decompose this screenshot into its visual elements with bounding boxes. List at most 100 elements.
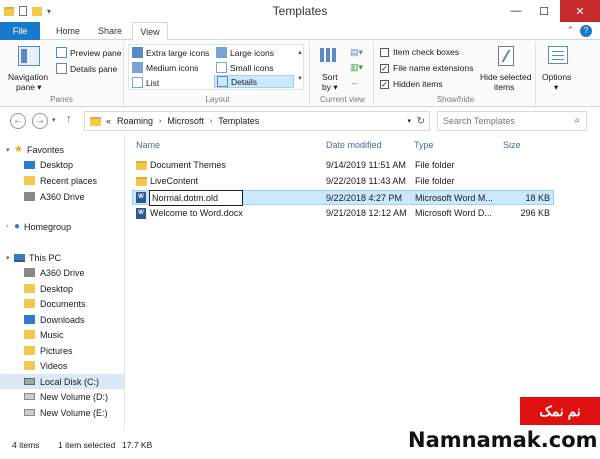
hide-selected-button[interactable]: Hide selected bbox=[480, 72, 532, 82]
breadcrumb-microsoft[interactable]: Microsoft bbox=[167, 116, 204, 126]
ribbon-tabs: File Home Share View ⌃ ? bbox=[0, 22, 600, 41]
watermark-site: Namnamak.com bbox=[408, 428, 598, 452]
column-date-modified[interactable]: Date modified bbox=[326, 140, 382, 150]
details-pane-button[interactable]: Details pane bbox=[56, 63, 117, 74]
refresh-icon[interactable]: ↻ bbox=[417, 116, 425, 127]
address-bar[interactable]: « Roaming › Microsoft › Templates ▾ ↻ bbox=[84, 111, 430, 131]
expand-caret-icon[interactable]: ▾ bbox=[6, 146, 14, 154]
column-name[interactable]: Name bbox=[136, 140, 160, 150]
back-button[interactable]: ← bbox=[10, 113, 26, 129]
nav-documents[interactable]: Documents bbox=[24, 296, 86, 311]
preview-pane-icon bbox=[56, 47, 67, 58]
table-row[interactable]: Document Themes 9/14/2019 11:51 AM File … bbox=[132, 158, 554, 173]
sort-by-button[interactable]: Sort bbox=[322, 72, 338, 82]
tab-file[interactable]: File bbox=[0, 22, 40, 40]
recent-locations-icon[interactable]: ▾ bbox=[52, 116, 56, 124]
drive-icon bbox=[24, 378, 35, 385]
nav-downloads[interactable]: Downloads bbox=[24, 312, 85, 327]
close-button[interactable]: ✕ bbox=[560, 0, 600, 22]
breadcrumb-roaming[interactable]: Roaming bbox=[117, 116, 153, 126]
list-icon bbox=[132, 77, 143, 88]
file-name-extensions-toggle[interactable]: ✓ File name extensions bbox=[380, 63, 473, 73]
expand-caret-icon[interactable]: ▾ bbox=[6, 254, 14, 262]
hidden-items-toggle[interactable]: ✓ Hidden items bbox=[380, 79, 443, 89]
extra-large-icons-option[interactable]: Extra large icons bbox=[132, 47, 209, 58]
layout-more-icon[interactable]: ▼ bbox=[297, 76, 303, 82]
file-type: File folder bbox=[415, 176, 455, 186]
word-document-icon: W bbox=[136, 208, 146, 219]
show-hide-group-label: Show/hide bbox=[436, 95, 475, 104]
computer-icon bbox=[14, 253, 25, 262]
column-type[interactable]: Type bbox=[414, 140, 434, 150]
nav-pc-desktop-label: Desktop bbox=[40, 283, 74, 294]
add-columns-icon[interactable]: ▥▾ bbox=[350, 62, 363, 73]
nav-pc-a360-drive[interactable]: A360 Drive bbox=[24, 265, 85, 280]
collapse-ribbon-icon[interactable]: ⌃ bbox=[566, 25, 574, 36]
nav-local-disk[interactable]: Local Disk (C:) bbox=[0, 374, 124, 389]
title-bar: ▾ Templates — ☐ ✕ bbox=[0, 0, 600, 22]
breadcrumb-templates[interactable]: Templates bbox=[218, 116, 259, 126]
current-view-group: Sort by ▾ ▤▾ ▥▾ ↔ Current view bbox=[312, 42, 374, 105]
address-overflow[interactable]: « bbox=[106, 116, 111, 126]
rename-input[interactable]: Normal.dotm.old bbox=[149, 190, 243, 206]
medium-icons-option[interactable]: Medium icons bbox=[132, 62, 198, 73]
file-name-extensions-checkbox[interactable]: ✓ bbox=[380, 63, 389, 73]
preview-pane-button[interactable]: Preview pane bbox=[56, 47, 122, 58]
minimize-button[interactable]: — bbox=[502, 0, 530, 22]
layout-scroll-up-icon[interactable]: ▲ bbox=[297, 50, 303, 56]
nav-volume-e[interactable]: New Volume (E:) bbox=[24, 405, 108, 420]
drive-icon bbox=[24, 409, 35, 416]
column-size[interactable]: Size bbox=[503, 140, 521, 150]
tab-view[interactable]: View bbox=[132, 22, 168, 41]
nav-a360-drive[interactable]: A360 Drive bbox=[24, 189, 85, 204]
nav-music[interactable]: Music bbox=[24, 327, 64, 342]
small-icons-option[interactable]: Small icons bbox=[216, 62, 273, 73]
nav-recent-places[interactable]: Recent places bbox=[24, 173, 97, 188]
hidden-items-checkbox[interactable]: ✓ bbox=[380, 79, 389, 89]
tab-share[interactable]: Share bbox=[90, 22, 130, 40]
search-icon: ⌕ bbox=[574, 115, 580, 126]
hidden-items-label: Hidden items bbox=[393, 79, 443, 89]
breadcrumb-separator-icon[interactable]: › bbox=[210, 118, 212, 125]
selection-count: 1 item selected bbox=[58, 440, 116, 450]
group-by-icon[interactable]: ▤▾ bbox=[350, 47, 363, 58]
address-dropdown-icon[interactable]: ▾ bbox=[407, 117, 411, 125]
nav-documents-label: Documents bbox=[40, 298, 86, 309]
nav-this-pc[interactable]: ▾ This PC bbox=[6, 250, 61, 265]
options-dropdown-icon[interactable]: ▾ bbox=[554, 82, 558, 93]
folder-icon bbox=[24, 284, 35, 293]
nav-pictures[interactable]: Pictures bbox=[24, 343, 73, 358]
nav-pc-desktop[interactable]: Desktop bbox=[24, 281, 73, 296]
navigation-pane-dropdown[interactable]: pane ▾ bbox=[16, 82, 42, 93]
large-icons-option[interactable]: Large icons bbox=[216, 47, 274, 58]
options-button[interactable]: Options bbox=[542, 72, 571, 82]
details-option[interactable]: Details bbox=[214, 75, 294, 88]
table-row[interactable]: LiveContent 9/22/2018 11:43 AM File fold… bbox=[132, 174, 554, 189]
nav-videos[interactable]: Videos bbox=[24, 358, 67, 373]
nav-homegroup[interactable]: › ● Homegroup bbox=[6, 219, 71, 234]
item-check-boxes-checkbox[interactable] bbox=[380, 47, 389, 57]
nav-pictures-label: Pictures bbox=[40, 345, 73, 356]
navigation-pane-button[interactable]: Navigation bbox=[8, 72, 48, 82]
nav-favorites[interactable]: ▾ ★ Favorites bbox=[6, 142, 64, 157]
breadcrumb-separator-icon[interactable]: › bbox=[159, 118, 161, 125]
navigation-pane: ▾ ★ Favorites Desktop Recent places A360… bbox=[0, 134, 125, 429]
search-input[interactable]: Search Templates ⌕ bbox=[437, 111, 587, 131]
size-columns-icon[interactable]: ↔ bbox=[350, 77, 359, 87]
hide-selected-icon bbox=[498, 46, 514, 66]
collapse-caret-icon[interactable]: › bbox=[6, 223, 14, 230]
a360-icon bbox=[24, 268, 35, 277]
table-row-selected[interactable]: W Normal.dotm.old 9/22/2018 4:27 PM Micr… bbox=[132, 190, 554, 206]
maximize-button[interactable]: ☐ bbox=[530, 0, 558, 22]
hide-selected-button-line2[interactable]: items bbox=[494, 82, 514, 92]
list-option[interactable]: List bbox=[132, 77, 159, 88]
help-icon[interactable]: ? bbox=[580, 25, 592, 37]
forward-button[interactable]: → bbox=[32, 113, 48, 129]
table-row[interactable]: W Welcome to Word.docx 9/21/2018 12:12 A… bbox=[132, 206, 554, 221]
nav-desktop[interactable]: Desktop bbox=[24, 157, 73, 172]
sort-by-dropdown[interactable]: by ▾ bbox=[322, 82, 338, 93]
up-button[interactable]: ↑ bbox=[66, 113, 72, 125]
nav-volume-d[interactable]: New Volume (D:) bbox=[24, 389, 108, 404]
tab-home[interactable]: Home bbox=[48, 22, 88, 40]
item-check-boxes-toggle[interactable]: Item check boxes bbox=[380, 47, 459, 57]
